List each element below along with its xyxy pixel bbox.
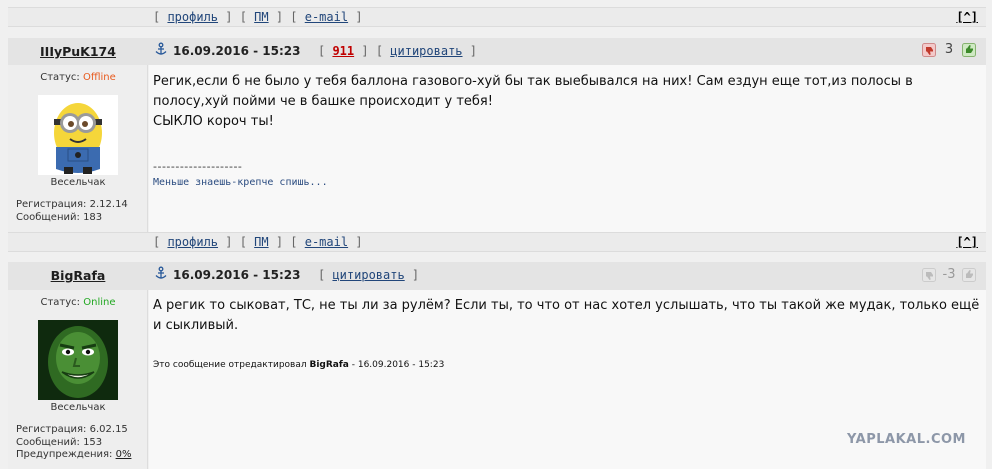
thumbs-down-icon[interactable] — [922, 268, 936, 282]
post-tools: [ 911 ] [ цитировать ] — [318, 44, 477, 58]
post-anchor-icon[interactable] — [154, 266, 168, 280]
user-signature: Меньше знаешь-крепче спишь... — [153, 177, 328, 188]
user-stats: Регистрация: 2.12.14 Сообщений: 183 — [16, 199, 128, 224]
edit-date: - 16.09.2016 - 15:23 — [351, 360, 445, 370]
user-rank: Весельчак — [50, 402, 106, 413]
reg-label: Регистрация: — [16, 199, 87, 210]
signature-divider: -------------------- — [153, 160, 243, 173]
scroll-top-button[interactable]: [^] — [956, 235, 978, 249]
warnings-label: Предупреждения: — [16, 449, 113, 460]
status-label: Статус: — [40, 297, 81, 308]
edit-user: BigRafa — [309, 360, 349, 370]
post-links: [ профиль ] [ ПМ ] [ e-mail ] — [153, 235, 363, 249]
user-status: Статус: Online — [8, 297, 148, 308]
profile-link[interactable]: профиль — [167, 235, 218, 249]
site-watermark: YAPLAKAL.COM — [847, 432, 966, 447]
rating-value: 3 — [944, 42, 954, 57]
post-header: IIIyPuK174 16.09.2016 - 15:23 [ 911 ] [ … — [8, 38, 986, 65]
messages-label: Сообщений: — [16, 436, 80, 448]
pm-link[interactable]: ПМ — [254, 235, 268, 249]
thumbs-up-icon[interactable] — [962, 268, 976, 282]
messages-count: 153 — [83, 436, 103, 448]
edit-prefix: Это сообщение отредактировал — [153, 360, 307, 370]
user-avatar[interactable] — [38, 95, 118, 175]
post-date: 16.09.2016 - 15:23 — [173, 268, 301, 282]
email-link[interactable]: e-mail — [305, 235, 348, 249]
user-info-panel: Статус: Online Весельчак Регистрация: 6.… — [8, 290, 148, 469]
messages-label: Сообщений: — [16, 211, 80, 223]
reg-label: Регистрация: — [16, 424, 87, 435]
post-body: Регик,если б не было у тебя баллона газо… — [149, 65, 986, 232]
user-status: Статус: Offline — [8, 72, 148, 83]
post-rating: -3 — [922, 266, 976, 286]
post-author-name[interactable]: IIIyPuK174 — [8, 44, 148, 59]
profile-link[interactable]: профиль — [167, 10, 218, 24]
post-text: Регик,если б не было у тебя баллона газо… — [153, 74, 913, 129]
messages-count: 183 — [83, 211, 103, 223]
user-info-panel: Статус: Offline Весельчак Регистрация: 2… — [8, 65, 148, 232]
post-rating: 3 — [922, 41, 976, 61]
post-header: BigRafa 16.09.2016 - 15:23 [ цитировать … — [8, 262, 986, 290]
status-online: Online — [83, 297, 116, 308]
post-date: 16.09.2016 - 15:23 — [173, 44, 301, 58]
status-offline: Offline — [82, 72, 116, 83]
post-links-bar: [ профиль ] [ ПМ ] [ e-mail ] [^] — [8, 7, 986, 27]
thumbs-up-icon[interactable] — [962, 43, 976, 57]
post-text: А регик то сыковат, ТС, не ты ли за рулё… — [153, 298, 980, 333]
post-links: [ профиль ] [ ПМ ] [ e-mail ] — [153, 10, 363, 24]
post-tools: [ цитировать ] — [318, 268, 420, 282]
quote-link[interactable]: цитировать — [332, 268, 404, 282]
pm-link[interactable]: ПМ — [254, 10, 268, 24]
post-number-link[interactable]: 911 — [332, 44, 354, 58]
post-links-bar: [ профиль ] [ ПМ ] [ e-mail ] [^] — [8, 232, 986, 252]
rating-value: -3 — [942, 267, 956, 282]
status-label: Статус: — [40, 72, 80, 83]
edit-notice: Это сообщение отредактировал BigRafa - 1… — [153, 360, 444, 370]
post-anchor-icon[interactable] — [154, 42, 168, 56]
user-avatar[interactable] — [38, 320, 118, 400]
scroll-top-button[interactable]: [^] — [956, 10, 978, 24]
quote-link[interactable]: цитировать — [390, 44, 462, 58]
green-face-avatar-image — [38, 320, 118, 400]
post-author-name[interactable]: BigRafa — [8, 268, 148, 283]
user-rank: Весельчак — [50, 177, 106, 188]
email-link[interactable]: e-mail — [305, 10, 348, 24]
reg-date: 6.02.15 — [89, 424, 128, 435]
thumbs-down-icon[interactable] — [922, 43, 936, 57]
reg-date: 2.12.14 — [89, 199, 128, 210]
user-stats: Регистрация: 6.02.15 Сообщений: 153 Пред… — [16, 424, 131, 462]
minion-avatar-image — [38, 95, 118, 175]
warnings-value[interactable]: 0% — [116, 449, 132, 460]
